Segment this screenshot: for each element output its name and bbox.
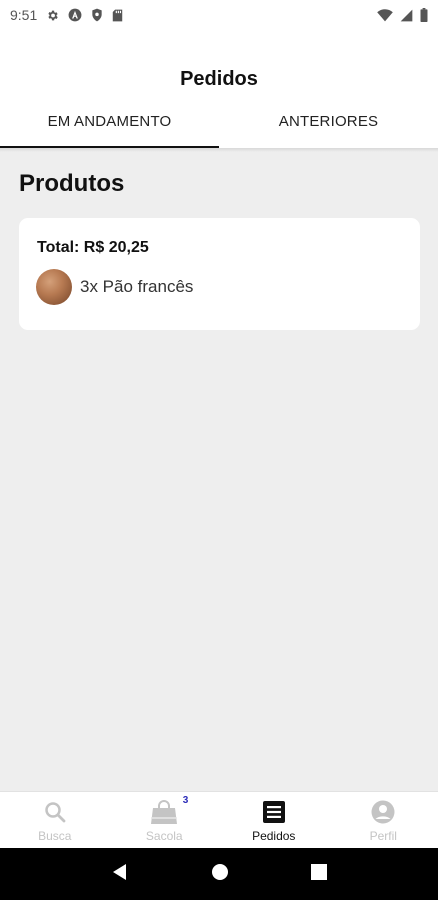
order-total: Total: R$ 20,25 bbox=[37, 239, 149, 256]
list-icon bbox=[262, 799, 285, 825]
tab-anteriores[interactable]: ANTERIORES bbox=[219, 106, 438, 148]
order-item-label: 3x Pão francês bbox=[80, 277, 194, 296]
page-title: Pedidos bbox=[180, 68, 258, 90]
tab-bar: EM ANDAMENTO ANTERIORES bbox=[0, 106, 438, 148]
bread-roll-image bbox=[36, 269, 72, 305]
back-icon[interactable] bbox=[111, 863, 129, 886]
battery-icon bbox=[420, 8, 428, 22]
nav-item-perfil[interactable]: Perfil bbox=[329, 792, 438, 848]
order-item: 3x Pão francês bbox=[36, 269, 193, 305]
wifi-icon bbox=[377, 8, 393, 22]
bag-icon: 3 bbox=[150, 795, 188, 825]
app-header: Pedidos EM ANDAMENTO ANTERIORES bbox=[0, 30, 438, 148]
nav-label-perfil: Perfil bbox=[369, 829, 397, 843]
person-icon bbox=[371, 799, 395, 825]
bottom-nav: Busca 3 Sacola Pedidos Perfil bbox=[0, 791, 438, 848]
section-title: Produtos bbox=[19, 170, 125, 197]
status-time: 9:51 bbox=[10, 7, 38, 23]
nav-label-busca: Busca bbox=[38, 829, 72, 843]
nav-item-pedidos[interactable]: Pedidos bbox=[219, 792, 329, 848]
nav-item-busca[interactable]: Busca bbox=[0, 792, 110, 848]
status-bar: 9:51 bbox=[0, 0, 438, 30]
header-shadow bbox=[0, 148, 438, 152]
signal-icon bbox=[400, 9, 413, 22]
a-icon bbox=[68, 8, 82, 22]
settings-icon bbox=[46, 9, 59, 22]
order-card[interactable]: Total: R$ 20,25 3x Pão francês bbox=[19, 218, 420, 330]
nav-item-sacola[interactable]: 3 Sacola bbox=[110, 792, 220, 848]
tab-em-andamento[interactable]: EM ANDAMENTO bbox=[0, 106, 219, 148]
system-nav-bar bbox=[0, 848, 438, 900]
sacola-badge: 3 bbox=[182, 795, 189, 806]
search-icon bbox=[43, 799, 67, 825]
nav-label-pedidos: Pedidos bbox=[252, 829, 296, 843]
shield-icon bbox=[91, 8, 103, 22]
orders-content: Produtos Total: R$ 20,25 3x Pão francês bbox=[0, 148, 438, 791]
nav-label-sacola: Sacola bbox=[145, 829, 183, 843]
sd-card-icon bbox=[112, 9, 123, 22]
home-icon[interactable] bbox=[211, 863, 229, 886]
recents-icon[interactable] bbox=[311, 863, 327, 885]
